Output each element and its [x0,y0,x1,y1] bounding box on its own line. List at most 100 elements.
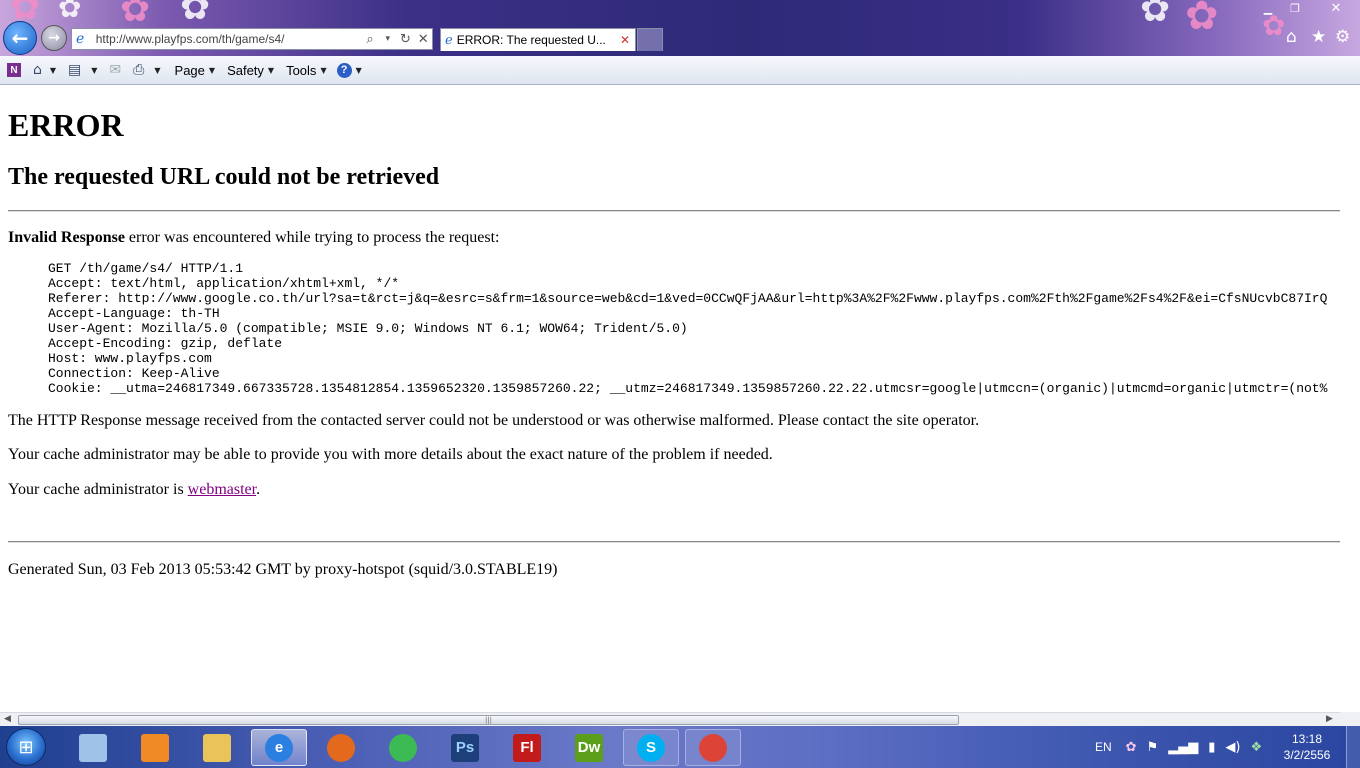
address-input[interactable] [95,32,362,46]
error-intro-text: error was encountered while trying to pr… [124,229,500,246]
webmaster-link[interactable]: webmaster [188,481,256,498]
cache-admin-prefix: Your cache administrator is [8,481,188,498]
minimize-button[interactable]: ▁ [1255,0,1281,16]
safety-menu[interactable]: Safety ▼ [227,63,274,78]
taskbar-media-player-button[interactable] [127,729,183,766]
taskbar-dreamweaver-button[interactable]: Dw [561,729,617,766]
network-signal-icon[interactable]: ▂▄▆ [1168,740,1198,755]
chevron-down-icon[interactable]: ▼ [154,66,160,75]
forward-button[interactable]: → [41,25,67,51]
start-button[interactable]: ⊞ [6,728,46,766]
firefox-icon [327,733,355,762]
vertical-scroll-area [1340,86,1360,712]
chrome-2-icon [699,733,727,762]
taskbar-explorer-button[interactable] [189,729,245,766]
system-tray: EN ✿ ⚑ ▂▄▆ ▮ ◀) ❖ [1095,726,1272,768]
chevron-down-icon: ▼ [355,65,362,75]
gear-icon[interactable]: ⚙ [1335,27,1350,47]
page-content: ERROR The requested URL could not be ret… [0,86,1340,712]
flower-decoration-icon: ✿ [1185,0,1219,39]
request-header-line: Accept: text/html, application/xhtml+xml… [48,276,400,291]
taskbar-skype-button[interactable]: S [623,729,679,766]
page-subtitle: The requested URL could not be retrieved [8,164,440,190]
clock-time: 13:18 [1291,732,1323,746]
skype-icon: S [637,733,665,762]
error-intro: Invalid Response error was encountered w… [8,229,1332,247]
back-button[interactable]: ← [3,21,37,55]
horizontal-scrollbar[interactable]: ◀ ||| ▶ [0,712,1340,726]
photoshop-icon: Ps [451,733,479,762]
grip-icon: ||| [484,716,493,724]
close-tab-icon[interactable]: ✕ [620,33,630,47]
action-center-flag-icon[interactable]: ⚑ [1147,740,1159,755]
show-desktop-button[interactable] [1346,726,1360,768]
request-header-line: Referer: http://www.google.co.th/url?sa=… [48,291,1328,306]
horizontal-scroll-thumb[interactable]: ||| [18,715,959,725]
chevron-down-icon[interactable]: ▼ [50,66,56,75]
tab-label: ERROR: The requested U... [456,33,606,47]
restore-button[interactable]: ❐ [1282,0,1308,16]
home-icon[interactable]: ⌂ [1286,27,1297,47]
error-type: Invalid Response [8,229,125,246]
search-icon[interactable]: ⌕ [361,32,379,47]
help-icon: ? [336,62,352,78]
help-menu[interactable]: ? ▼ [336,62,362,78]
tools-menu[interactable]: Tools ▼ [286,63,327,78]
divider [8,210,1340,212]
footer-generated: Generated Sun, 03 Feb 2013 05:53:42 GMT … [8,561,558,578]
request-header-line: Accept-Language: th-TH [48,306,220,321]
home-button[interactable]: ⌂ ▼ [33,62,56,78]
page-menu-label: Page [174,62,205,78]
battery-icon[interactable]: ▮ [1208,740,1215,755]
print-button[interactable]: ⎙ ▼ [133,62,160,78]
forward-arrow-icon: → [48,30,60,46]
error-description: The HTTP Response message received from … [8,412,980,429]
close-window-button[interactable]: ✕ [1318,0,1354,16]
tools-menu-label: Tools [286,62,317,78]
new-tab-button[interactable] [637,28,663,51]
control-panel-icon [79,733,107,762]
cache-admin-suffix: . [256,481,261,498]
clock[interactable]: 13:18 3/2/2556 [1277,731,1337,763]
home-icon: ⌂ [33,62,42,78]
dropdown-caret-icon[interactable]: ▾ [379,34,397,44]
scroll-left-icon[interactable]: ◀ [4,714,11,724]
taskbar-chrome-button[interactable] [375,729,431,766]
request-header-line: Cookie: __utma=246817349.667335728.13548… [48,381,1328,396]
feeds-button[interactable]: ▤ ▼ [68,62,97,78]
mail-button[interactable]: ✉ [109,62,121,78]
taskbar-control-panel-button[interactable] [65,729,121,766]
page-menu[interactable]: Page ▼ [175,63,216,78]
stop-icon[interactable]: ✕ [414,32,432,47]
onenote-button[interactable]: N [7,63,21,77]
taskbar-flash-button[interactable]: Fl [499,729,555,766]
dropbox-icon[interactable]: ❖ [1250,740,1262,755]
taskbar-photoshop-button[interactable]: Ps [437,729,493,766]
page-title: ERROR [8,107,124,143]
flower-decoration-icon: ✿ [180,0,211,28]
volume-icon[interactable]: ◀) [1225,740,1240,755]
taskbar-chrome-2-button[interactable] [685,729,741,766]
divider [8,541,1340,543]
taskbar-firefox-button[interactable] [313,729,369,766]
address-bar[interactable]: ℯ ⌕ ▾ ↻ ✕ [71,28,433,50]
favorites-star-icon[interactable]: ★ [1311,27,1326,47]
cache-info-text: Your cache administrator may be able to … [8,446,773,463]
refresh-icon[interactable]: ↻ [397,32,415,47]
language-indicator[interactable]: EN [1095,740,1112,754]
scroll-corner [1340,712,1360,726]
scroll-right-icon[interactable]: ▶ [1326,714,1333,724]
taskbar-internet-explorer-button[interactable]: e [251,729,307,766]
request-header-line: Host: www.playfps.com [48,351,212,366]
cache-admin-line: Your cache administrator is webmaster. [8,481,1332,499]
chevron-down-icon[interactable]: ▼ [91,66,97,75]
rss-feed-icon: ▤ [68,62,82,78]
request-header-line: Accept-Encoding: gzip, deflate [48,336,283,351]
explorer-icon [203,733,231,762]
flower-tray-icon[interactable]: ✿ [1126,740,1137,755]
tab-error-page[interactable]: ℯ ERROR: The requested U... ✕ [440,28,636,51]
chevron-down-icon: ▼ [267,65,275,75]
flower-decoration-icon: ✿ [58,0,82,24]
command-bar: N ⌂ ▼ ▤ ▼ ✉ ⎙ ▼ Page ▼ Safety ▼ Tools ▼ ? ▼ [0,56,1360,85]
title-bar: ✿ ✿ ✿ ✿ ✿ ✿ ✿ ← → ℯ ⌕ ▾ ↻ ✕ ℯ ERROR: The… [0,0,1360,56]
